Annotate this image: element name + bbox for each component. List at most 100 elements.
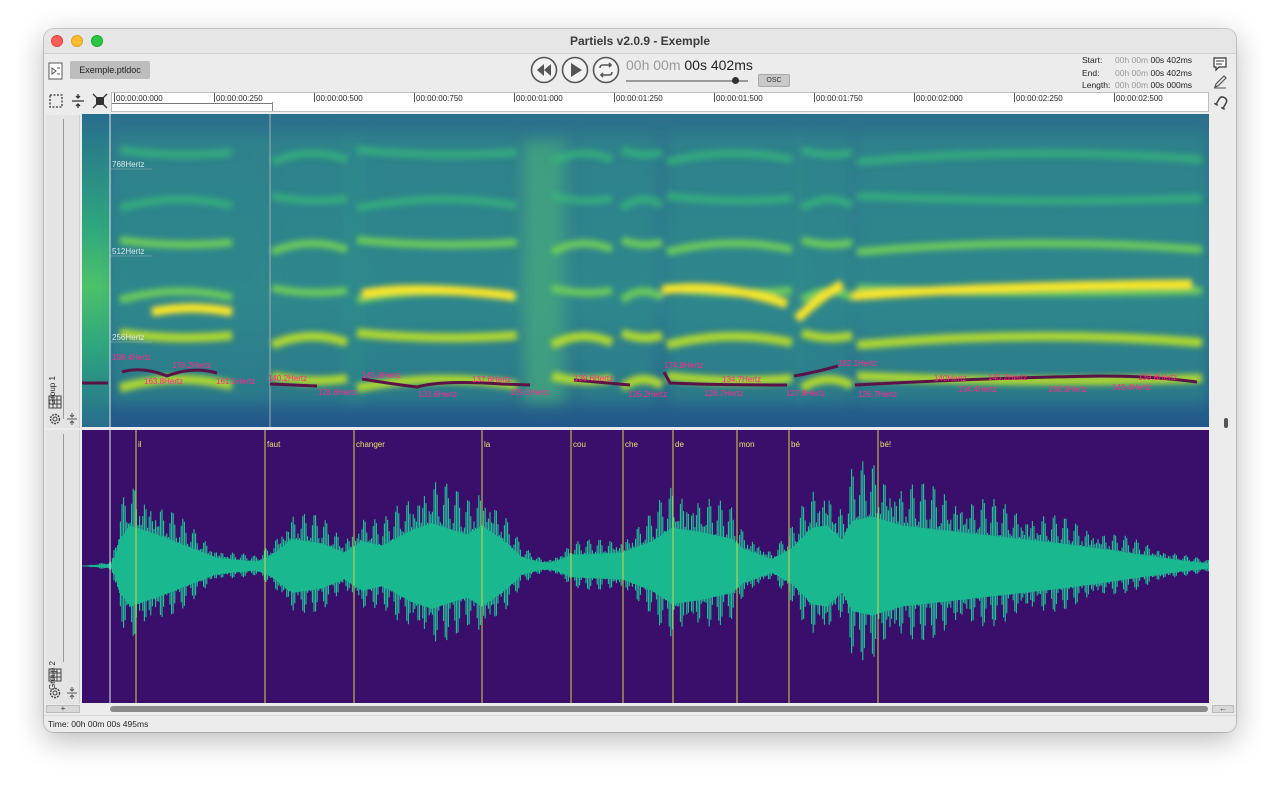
spectral-region [857,134,1207,404]
ruler-tick-label: 00:00:00:250 [216,94,263,103]
ruler-tick-label: 00:00:01:500 [716,94,763,103]
app-window: Partiels v2.0.9 - Exemple Exemple.ptldoc… [44,29,1236,732]
harmonic-band [271,192,348,205]
spectral-region [522,144,562,404]
pitch-label: 145.8Hertz [362,371,401,380]
segment-marker-label: la [484,440,491,449]
start-value: 00h 00m 00s 402ms [1115,55,1193,65]
group-2-divider [63,434,64,662]
vertical-scroll-area[interactable] [1211,114,1233,704]
segment-marker-label: de [675,440,684,449]
group-1-settings-button[interactable] [48,412,62,431]
group-2-grid-button[interactable] [48,668,62,687]
pitch-label: 126.7Hertz [858,390,897,399]
document-tab[interactable]: Exemple.ptldoc [70,61,150,79]
grid-icon [48,668,62,682]
magnet-button[interactable] [1213,94,1230,115]
ruler-tick-label: 00:00:00:750 [416,94,463,103]
select-all-button[interactable] [48,93,64,114]
segment-marker-label: il [138,440,142,449]
harmonic-band [356,146,518,159]
time-ruler-row: 00:00:00:000 00:00:00:250 00:00:00:500 00:0… [44,91,1236,113]
harmonic-band [620,236,664,249]
gear-icon [49,687,61,699]
grid-icon [48,395,62,409]
spectrogram-track[interactable]: 768Hertz 512Hertz 256Hertz 198.4Hertz 178.2… [82,114,1209,427]
segment-marker-label: cou [573,440,586,449]
harmonic-band [666,192,793,205]
group-2-settings-button[interactable] [48,686,62,705]
expand-vertical-icon [72,94,84,108]
group-2-header[interactable]: Group 2 [46,430,80,704]
select-region-icon [49,94,63,108]
zoom-window-button[interactable] [91,35,103,47]
harmonic-band [271,284,348,297]
loop-button[interactable] [592,56,620,89]
pitch-label: 140.2Hertz [268,374,307,383]
pitch-label: 128.6Hertz [318,388,357,397]
zoom-vertical-button[interactable] [70,93,86,114]
frequency-label: 768Hertz [112,160,144,169]
pitch-label: 129.1Hertz [510,388,549,397]
pitch-label: 126.2Hertz [628,390,667,399]
playhead-timecode: 00h 00m 00s 402ms [626,57,753,73]
harmonic-band [620,146,664,159]
status-bar: Time: 00h 00m 00s 495ms [44,715,1236,732]
ruler-tick-label: 00:00:01:750 [816,94,863,103]
pitch-label: 174.8Hertz [664,361,703,370]
pitch-label: 149.4Hertz [1112,383,1151,392]
formant-band [151,303,233,317]
frequency-label: 512Hertz [112,247,144,256]
ruler-tick-label: 00:00:00:500 [316,94,363,103]
pitch-label: 134.7Hertz [722,375,761,384]
zoom-in-button[interactable]: + [46,705,80,713]
ruler-tick-label: 00:00:02:250 [1016,94,1063,103]
harmonic-band [550,284,613,297]
rewind-button[interactable] [530,56,558,89]
segment-marker-label: changer [356,440,385,449]
minimize-window-button[interactable] [71,35,83,47]
toolbar: Exemple.ptldoc 00h 00m 00s 402ms OSC Sta… [44,54,1236,90]
horizontal-scrollbar[interactable] [110,705,1210,713]
resize-vertical-icon [67,687,77,699]
harmonic-band [800,328,853,343]
ruler-tick-label: 00:00:01:000 [516,94,563,103]
group-1-header[interactable]: Group 1 [46,115,80,428]
group-1-resize-button[interactable] [66,412,78,431]
window-title: Partiels v2.0.9 - Exemple [569,34,711,48]
spectral-region [577,134,657,404]
pitch-label: 145.2Hertz [988,373,1027,382]
waveform-track[interactable]: il faut changer la cou che de mon bé bé! [82,430,1209,703]
spectral-region [347,134,517,404]
harmonic-band [550,192,613,205]
loop-icon [592,56,620,84]
segment-marker-label: mon [739,440,755,449]
resize-vertical-icon [67,413,77,425]
pitch-label: 128.7Hertz [704,389,743,398]
pitch-label: 182.1Hertz [838,359,877,368]
vertical-scrollbar-thumb[interactable] [1224,418,1228,428]
document-icon[interactable] [48,62,64,85]
pencil-icon [1214,75,1227,89]
comment-icon [1213,57,1227,72]
zoom-back-button[interactable]: ← [1212,705,1234,713]
pitch-label: 137.6Hertz [472,375,511,384]
volume-slider[interactable] [626,80,748,82]
harmonic-band [800,236,853,249]
zoom-fit-button[interactable] [92,93,108,114]
pitch-label: 127.8Hertz [786,389,825,398]
play-button[interactable] [561,56,589,89]
harmonic-band [356,328,518,343]
pitch-label: 161.1Hertz [216,377,255,386]
close-window-button[interactable] [51,35,63,47]
time-ruler[interactable]: 00:00:00:000 00:00:00:250 00:00:00:500 00:0… [111,92,1209,112]
pitch-label: 140Hertz [934,374,966,383]
horizontal-scrollbar-thumb[interactable] [110,706,1208,712]
segment-marker-label: che [625,440,638,449]
ruler-tick-label: 00:00:02:000 [916,94,963,103]
group-2-resize-button[interactable] [66,686,78,705]
volume-slider-handle[interactable] [732,77,739,84]
magnet-icon [1213,96,1228,110]
osc-button[interactable]: OSC [758,74,790,87]
segment-marker-label: bé [791,440,800,449]
